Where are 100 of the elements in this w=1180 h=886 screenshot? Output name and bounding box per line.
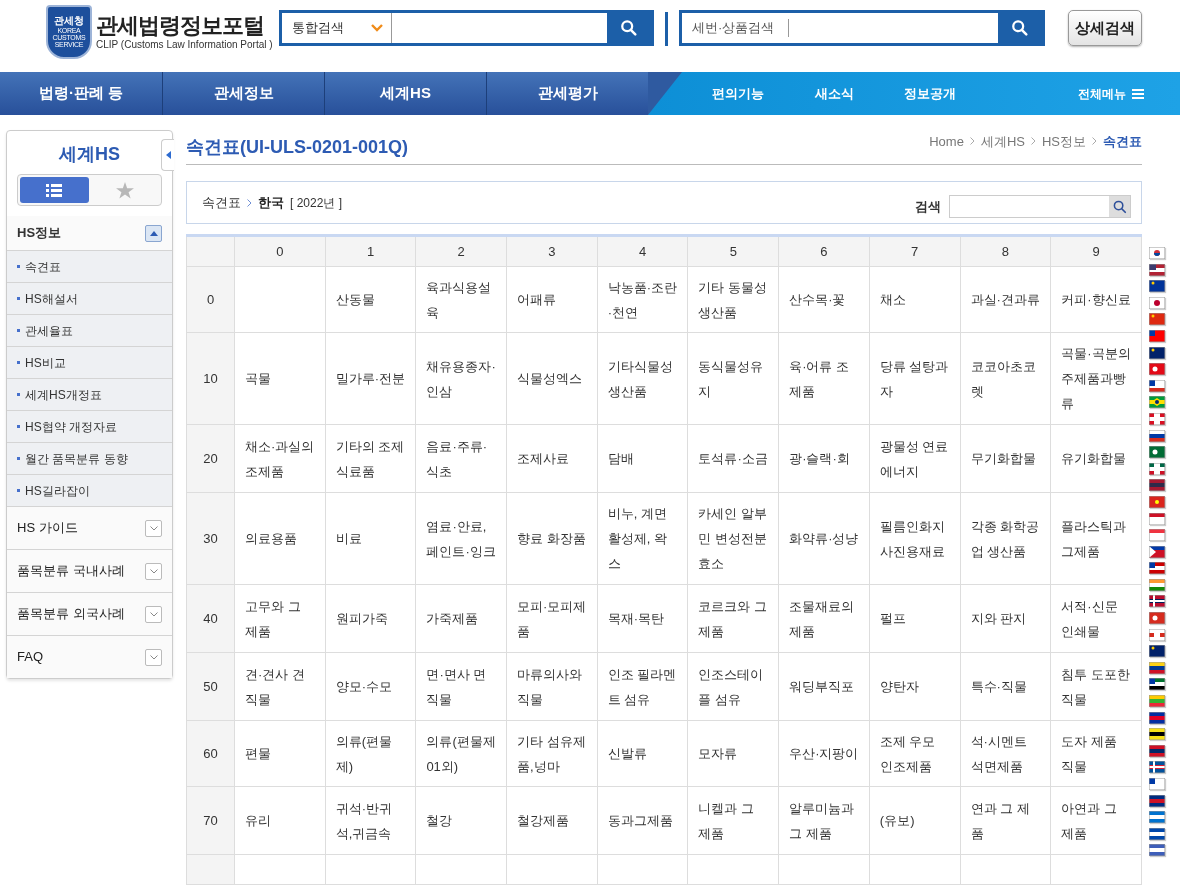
breadcrumb-link[interactable]: HS정보 [1041, 131, 1086, 151]
search-button[interactable] [998, 13, 1042, 43]
chevron-right-icon [247, 198, 252, 207]
search-label: 검색 [915, 197, 941, 216]
triangle-left-icon [165, 151, 171, 159]
breadcrumb-link[interactable]: 속견표 [1103, 131, 1142, 151]
row-header: 0 [186, 266, 235, 333]
flag-icon[interactable] [1149, 446, 1165, 459]
chevron-right-icon [1092, 137, 1097, 146]
flag-icon[interactable] [1149, 645, 1165, 658]
nav-menu-item[interactable]: 법령·판례 등 [0, 72, 162, 115]
column-header: 9 [1050, 235, 1142, 267]
chevron-down-icon [149, 654, 158, 660]
sidebar-section-header[interactable]: HS정보 [7, 216, 172, 250]
flag-icon[interactable] [1149, 247, 1165, 259]
sidebar-section-header[interactable]: FAQ [7, 635, 172, 678]
column-header: 2 [415, 235, 507, 267]
column-header: 6 [778, 235, 870, 267]
collapse-toggle[interactable] [145, 224, 162, 242]
sidebar-item[interactable]: 월간 품목분류 동향 [7, 442, 172, 474]
row-header: 60 [186, 720, 235, 787]
sidebar-item[interactable]: 관세율표 [7, 314, 172, 346]
flag-icon[interactable] [1149, 744, 1165, 757]
sidebar-item[interactable]: HS협약 개정자료 [7, 410, 172, 442]
flag-icon[interactable] [1149, 280, 1165, 293]
flag-icon[interactable] [1149, 296, 1165, 309]
flag-icon[interactable] [1149, 711, 1165, 724]
nav-menu-item[interactable]: 세계HS [324, 72, 486, 115]
flag-icon[interactable] [1149, 462, 1165, 475]
sidebar-item[interactable]: 속견표 [7, 250, 172, 282]
site-title[interactable]: 관세법령정보포털 [96, 13, 273, 39]
list-icon [46, 183, 63, 197]
flag-icon[interactable] [1149, 794, 1165, 807]
menu-icon [1132, 88, 1144, 99]
sidebar-item[interactable]: HS길라잡이 [7, 474, 172, 506]
flag-icon[interactable] [1149, 827, 1165, 840]
flag-icon[interactable] [1149, 429, 1165, 442]
sidebar-item[interactable]: HS비교 [7, 346, 172, 378]
flag-icon[interactable] [1149, 545, 1165, 558]
flag-icon[interactable] [1149, 396, 1165, 409]
flag-icon[interactable] [1149, 728, 1165, 741]
flag-icon[interactable] [1149, 595, 1165, 608]
chevron-down-icon [149, 611, 158, 617]
row-header: 50 [186, 652, 235, 721]
sidebar-section-header[interactable]: 품목분류 국내사례 [7, 549, 172, 592]
flag-icon[interactable] [1149, 778, 1165, 790]
year-label: [ 2022년 ] [290, 194, 343, 212]
expand-toggle[interactable] [145, 648, 162, 666]
row-header: 40 [186, 584, 235, 653]
site-subtitle: CLIP (Customs Law Information Portal ) [96, 39, 273, 51]
flag-icon[interactable] [1149, 263, 1165, 276]
flag-icon[interactable] [1149, 346, 1165, 359]
sidebar-item[interactable]: 세계HS개정표 [7, 378, 172, 410]
column-header: 8 [960, 235, 1051, 267]
caret-icon [371, 24, 383, 32]
breadcrumb-link[interactable]: 세계HS [980, 131, 1025, 151]
sidebar-title: 세계HS [57, 143, 121, 166]
nav-menu-item[interactable]: 관세정보 [162, 72, 324, 115]
row-header: 30 [186, 492, 235, 585]
chevron-down-icon [149, 525, 158, 531]
flag-icon[interactable] [1149, 661, 1165, 674]
country-name: 한국 [258, 193, 284, 212]
sidebar-item[interactable]: HS해설서 [7, 282, 172, 314]
chevron-right-icon [969, 137, 975, 146]
search-icon [1011, 19, 1029, 37]
page-title: 속견표(UI-ULS-0201-001Q) [186, 136, 409, 159]
search-icon [620, 19, 638, 37]
path-link[interactable]: 속견표 [202, 192, 241, 213]
flag-icon[interactable] [1149, 379, 1165, 392]
view-tab[interactable] [20, 177, 89, 203]
row-header: 20 [186, 424, 235, 493]
flag-icon[interactable] [1149, 479, 1165, 492]
detail-search-button[interactable]: 상세검색 [1068, 10, 1142, 46]
flag-icon[interactable] [1149, 844, 1165, 857]
column-header: 4 [597, 235, 688, 267]
expand-toggle[interactable] [145, 605, 162, 623]
collapse-sidebar-button[interactable] [161, 139, 174, 171]
flag-icon[interactable] [1149, 562, 1165, 575]
sidebar-section-header[interactable]: 품목분류 외국사례 [7, 592, 172, 635]
triangle-up-icon [149, 230, 158, 236]
column-header: 0 [234, 235, 326, 267]
breadcrumb-link[interactable]: Home [929, 131, 964, 151]
flag-icon[interactable] [1149, 761, 1165, 774]
column-header: 7 [869, 235, 960, 267]
row-header: 10 [186, 332, 235, 425]
column-header: 5 [687, 235, 779, 267]
flag-icon[interactable] [1149, 329, 1165, 342]
nav-menu-item[interactable]: 관세평가 [486, 72, 648, 115]
chevron-down-icon [149, 568, 158, 574]
column-header: 1 [325, 235, 416, 267]
sidebar-section-header[interactable]: HS 가이드 [7, 506, 172, 549]
chevron-right-icon [1030, 137, 1036, 146]
expand-toggle[interactable] [145, 562, 162, 580]
column-header: 3 [506, 235, 598, 267]
row-header: 70 [186, 786, 235, 855]
hs-search-label: 세번·상품검색 [682, 19, 790, 37]
star-icon [115, 181, 134, 199]
flag-icon[interactable] [1149, 678, 1165, 691]
expand-toggle[interactable] [145, 519, 162, 537]
search-button[interactable] [607, 13, 651, 43]
